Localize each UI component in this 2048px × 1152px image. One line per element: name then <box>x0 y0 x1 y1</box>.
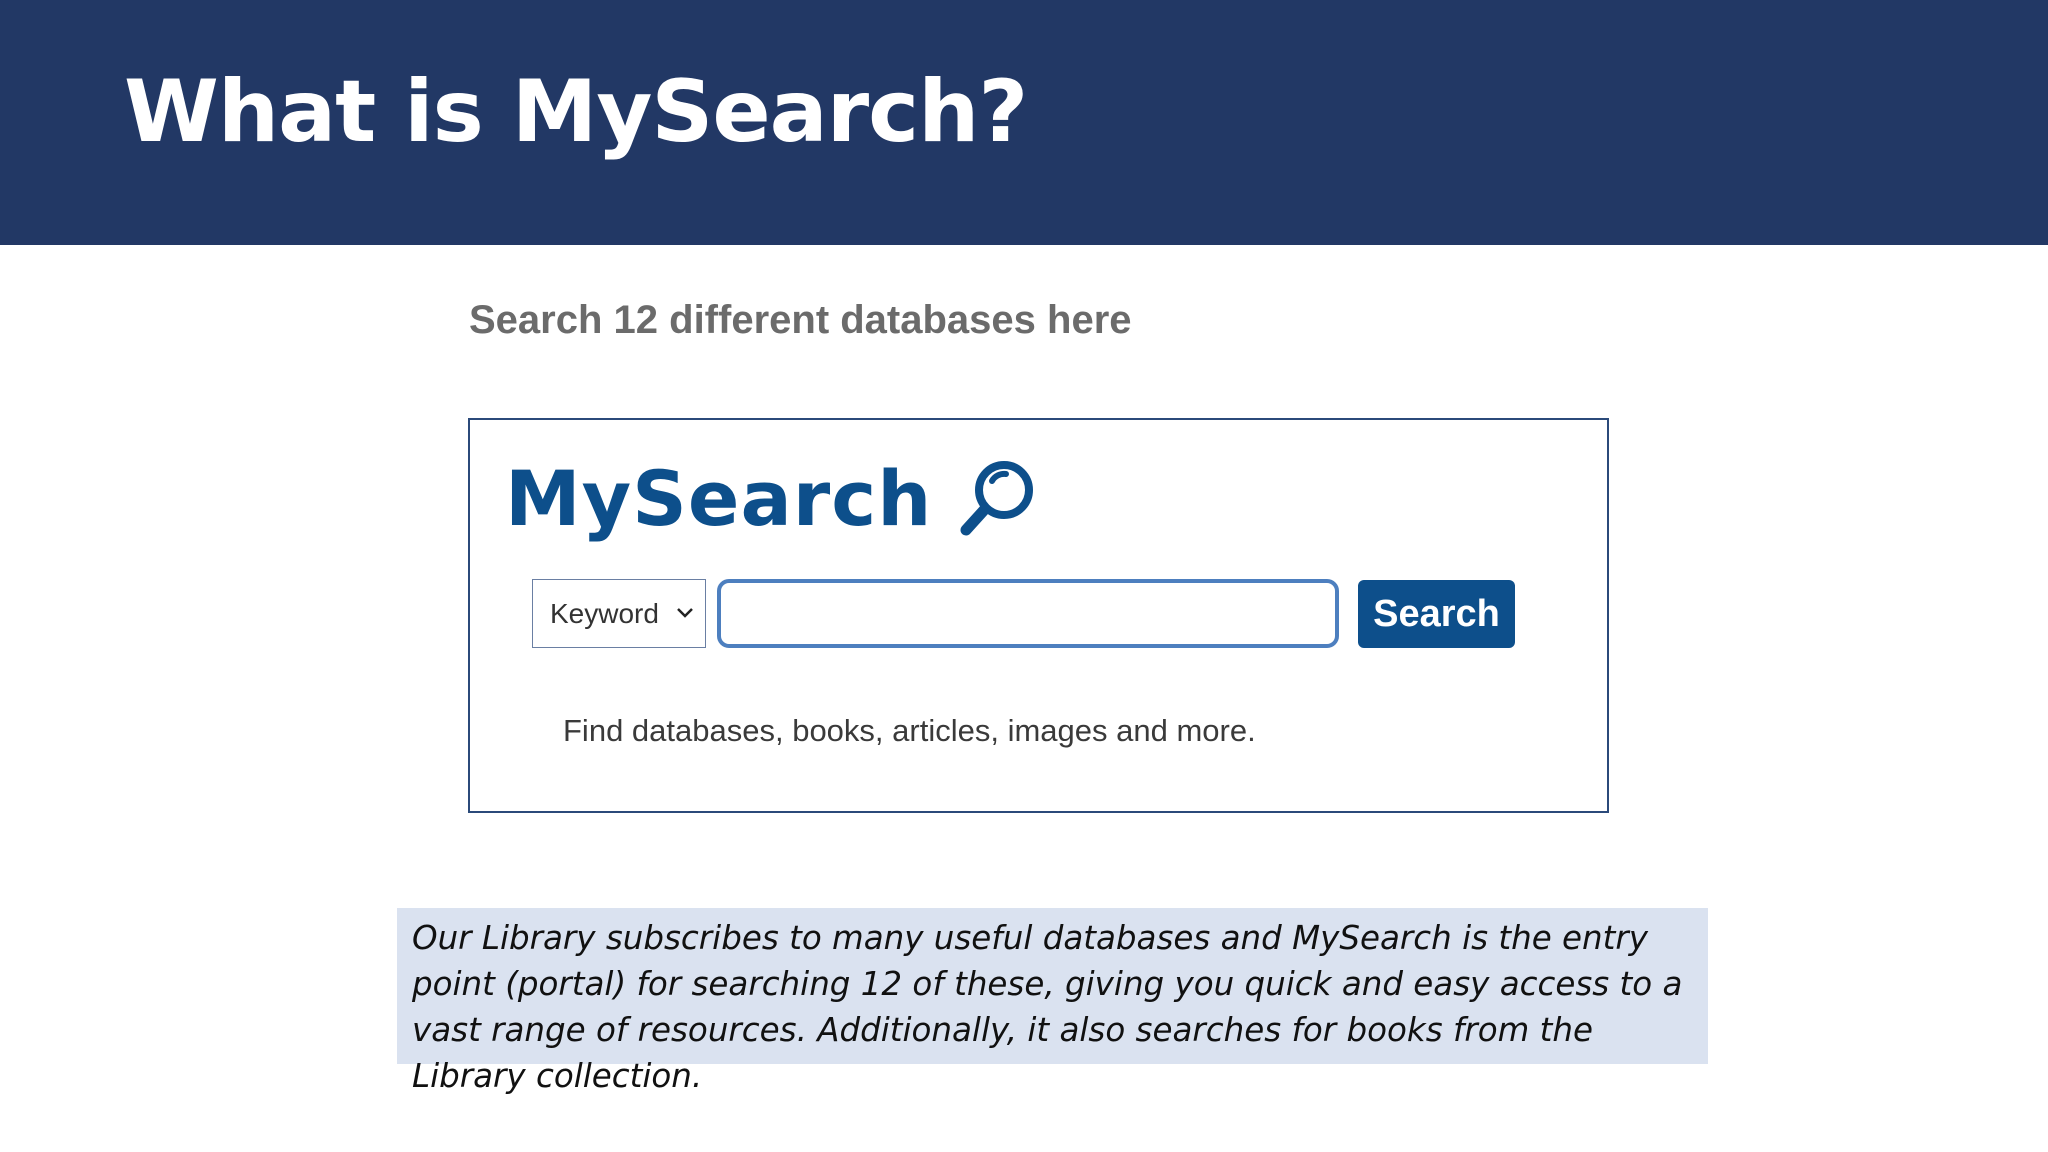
mysearch-logo: MySearch <box>505 448 1038 548</box>
magnifier-icon <box>960 461 1034 536</box>
search-type-select[interactable]: Keyword <box>532 579 706 648</box>
subheading: Search 12 different databases here <box>469 298 1132 342</box>
slide-header: What is MySearch? <box>0 0 2048 245</box>
search-button[interactable]: Search <box>1358 580 1515 648</box>
description-note: Our Library subscribes to many useful da… <box>397 908 1708 1095</box>
search-type-value: Keyword <box>550 597 659 629</box>
logo-text: MySearch <box>505 453 933 543</box>
search-input[interactable] <box>717 579 1339 648</box>
helper-text: Find databases, books, articles, images … <box>563 713 1256 748</box>
mysearch-widget: MySearch Keyword Search Find databases, … <box>468 418 1609 813</box>
slide-title: What is MySearch? <box>124 62 1028 162</box>
chevron-down-icon <box>677 608 693 618</box>
